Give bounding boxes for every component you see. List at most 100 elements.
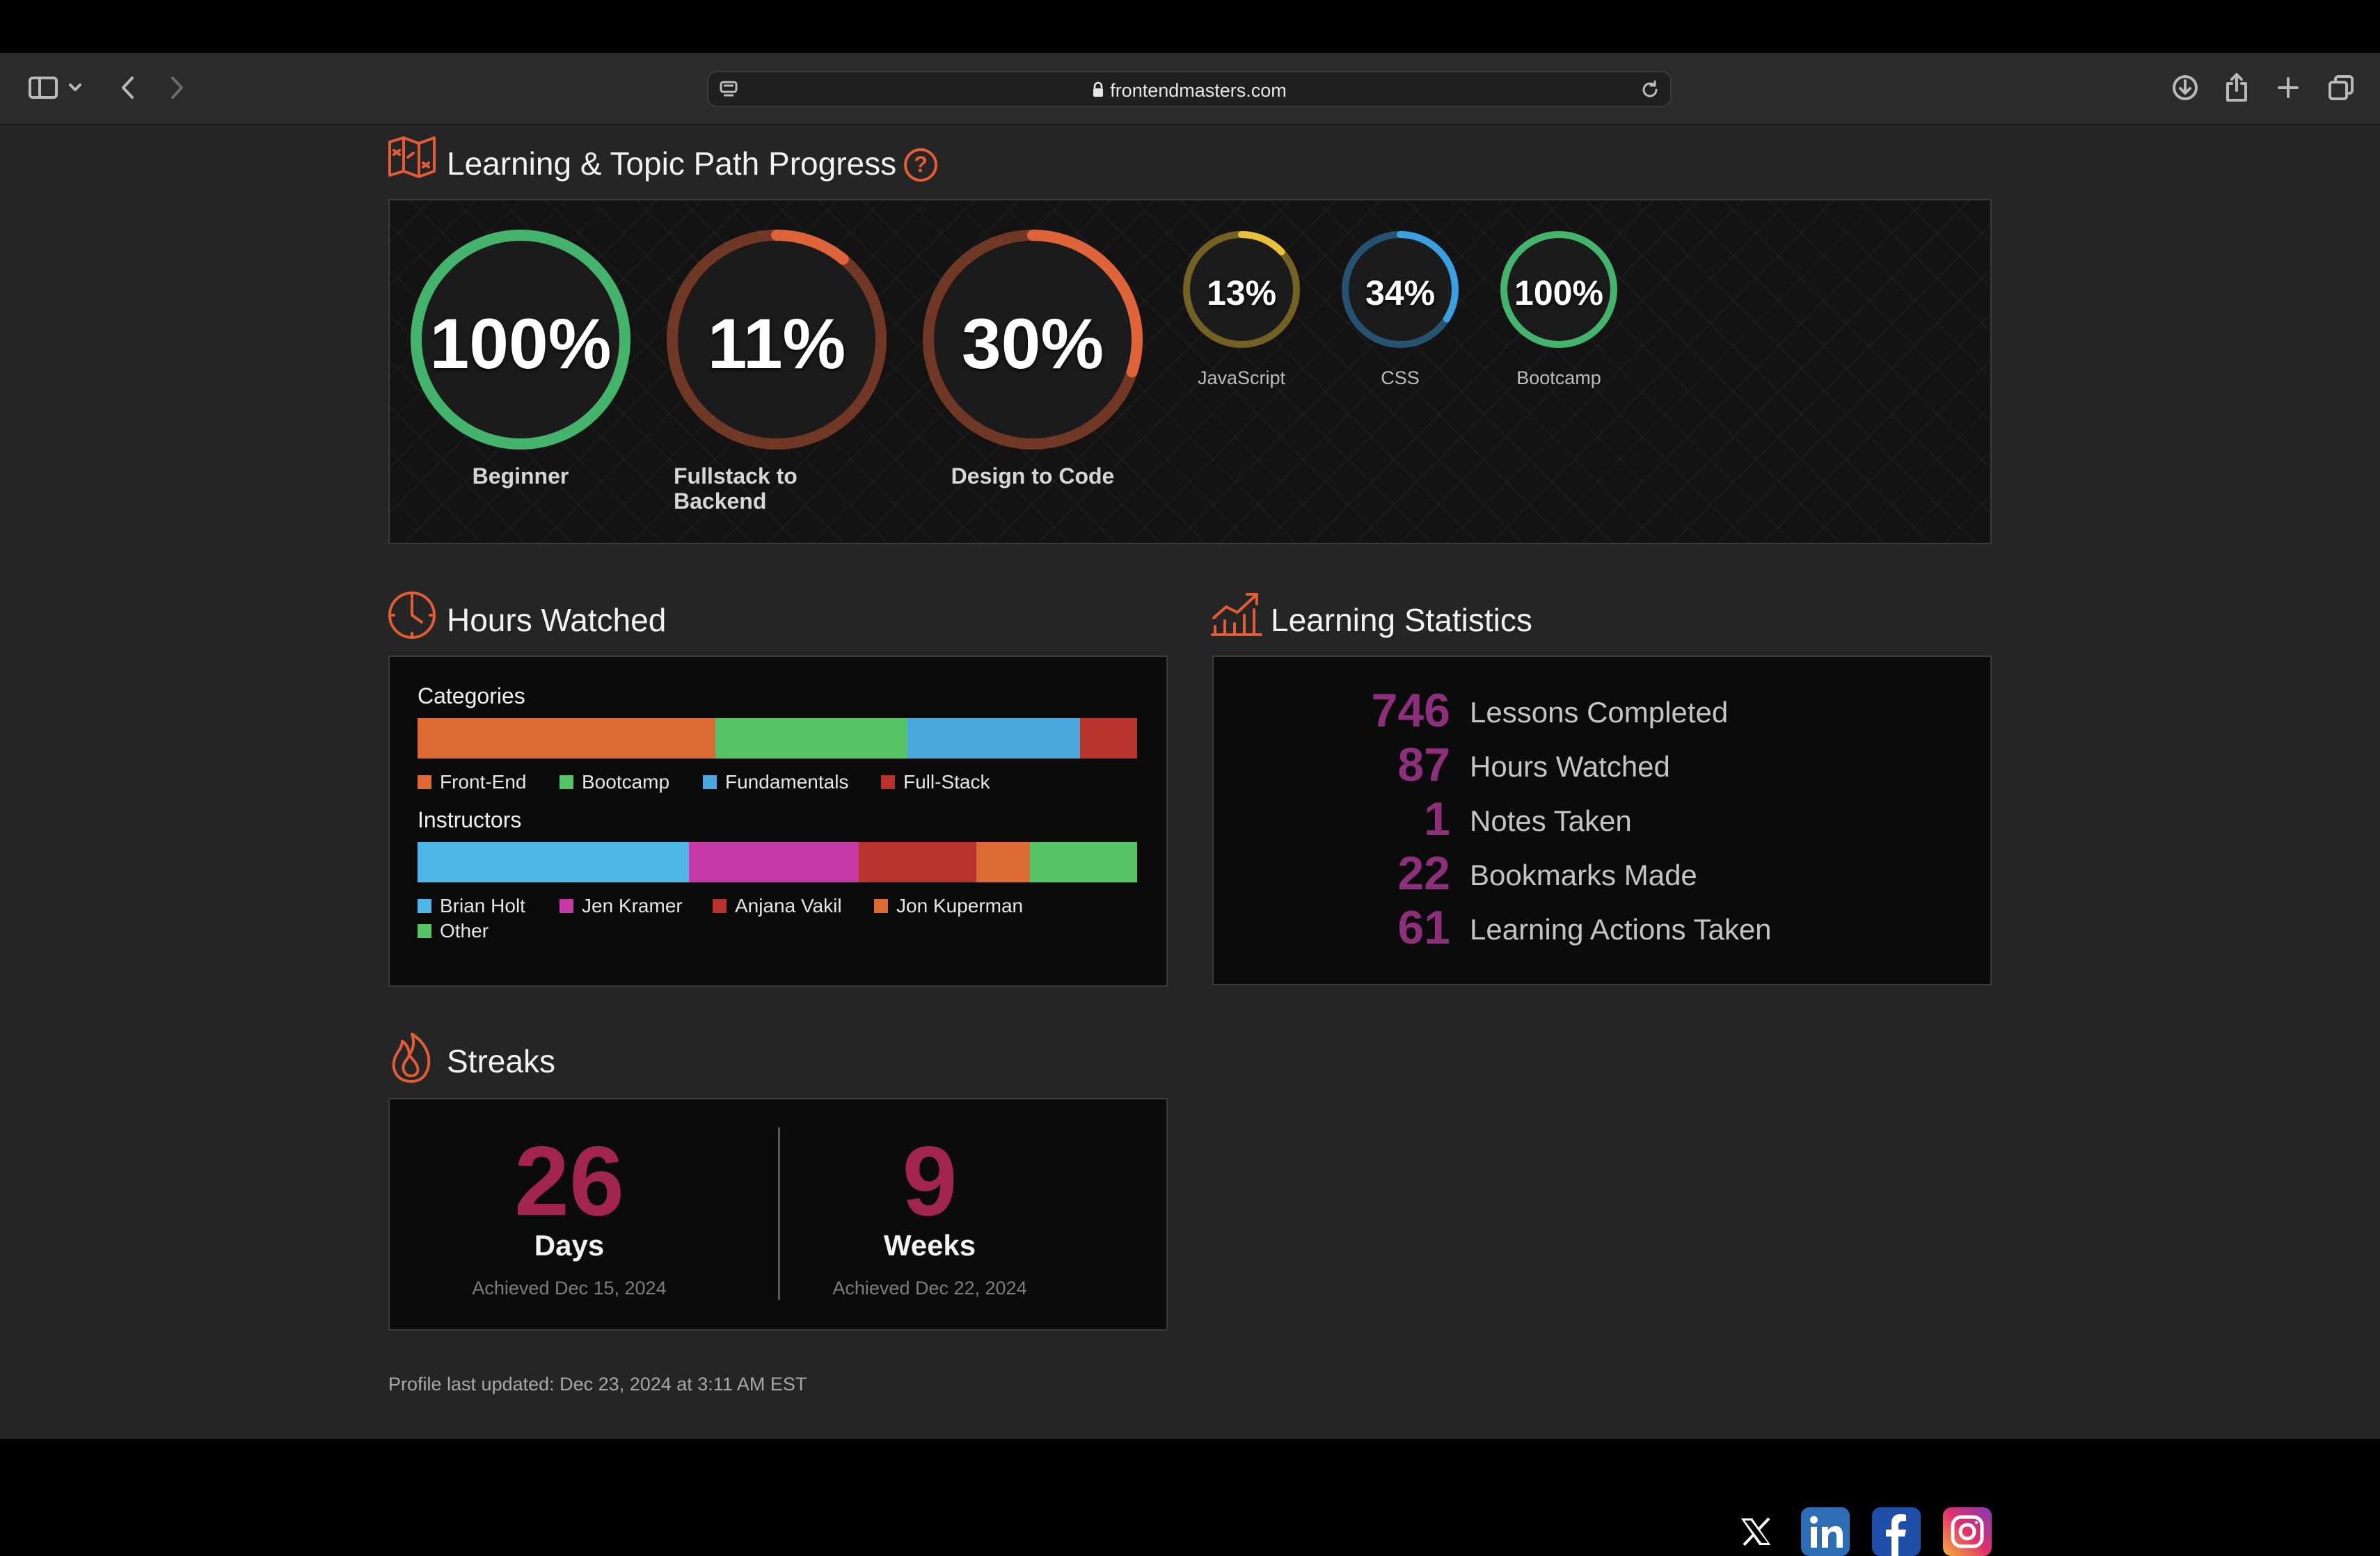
path-percent: 11%	[707, 304, 846, 383]
map-icon	[387, 135, 437, 182]
instructors-bar	[418, 842, 1137, 882]
legend-swatch	[874, 899, 888, 913]
site-footer	[0, 1439, 2380, 1541]
legend-label: Anjana Vakil	[735, 895, 842, 916]
stat-lessons-completed-number: 746	[1371, 684, 1450, 737]
legend-label: Other	[440, 920, 489, 942]
streak-weeks-achieved: Achieved Dec 22, 2024	[832, 1278, 1027, 1299]
profile-last-updated: Profile last updated: Dec 23, 2024 at 3:…	[388, 1374, 807, 1395]
learning-statistics-title: Learning Statistics	[1271, 602, 1532, 638]
legend-item: Jen Kramer	[560, 895, 683, 917]
legend-item: Fundamentals	[703, 771, 848, 793]
path-label[interactable]: Design to Code	[921, 463, 1144, 489]
share-icon[interactable]	[2217, 68, 2256, 107]
bar-segment	[418, 842, 689, 882]
stat-hours-watched-number: 87	[1397, 738, 1450, 791]
help-icon[interactable]: ?	[903, 148, 938, 186]
topic-label[interactable]: CSS	[1317, 367, 1484, 389]
hours-watched-panel: Categories Front-End Bootcamp Fundamentals…	[388, 656, 1168, 987]
legend-item: Bootcamp	[560, 771, 669, 793]
bar-segment	[688, 842, 859, 882]
back-icon[interactable]	[109, 68, 148, 107]
profile-page: Learning & Topic Path Progress ? 100% Be…	[0, 125, 2380, 1439]
streaks-title: Streaks	[447, 1043, 555, 1079]
instagram-icon[interactable]	[1943, 1507, 1992, 1556]
stat-learning-actions-label: Learning Actions Taken	[1470, 913, 1772, 946]
path-ring-design-to-code[interactable]: 30%	[921, 228, 1144, 451]
download-icon[interactable]	[2166, 68, 2205, 107]
legend-label: Bootcamp	[582, 771, 670, 793]
legend-swatch	[418, 924, 431, 938]
linkedin-icon[interactable]	[1801, 1507, 1850, 1556]
url-text: frontendmasters.com	[1110, 80, 1287, 101]
path-label[interactable]: Fullstack to Backend	[674, 463, 820, 514]
legend-item: Jon Kuperman	[874, 895, 1023, 917]
categories-bar	[418, 718, 1137, 759]
categories-heading: Categories	[418, 683, 525, 708]
legend-label: Fundamentals	[725, 771, 849, 793]
streak-weeks-unit: Weeks	[883, 1229, 976, 1262]
legend-label: Brian Holt	[440, 895, 525, 916]
legend-item: Anjana Vakil	[713, 895, 842, 917]
hours-watched-title: Hours Watched	[447, 602, 667, 638]
legend-item: Full-Stack	[881, 771, 990, 793]
chevron-down-icon[interactable]	[61, 68, 89, 107]
stat-notes-taken-label: Notes Taken	[1470, 804, 1632, 837]
tab-overview-icon[interactable]	[2322, 68, 2361, 107]
legend-item: Front-End	[418, 771, 527, 793]
topic-percent: 13%	[1206, 273, 1277, 312]
topic-ring-css[interactable]: 34%	[1340, 230, 1460, 349]
bar-segment	[418, 718, 716, 759]
path-label[interactable]: Beginner	[409, 463, 632, 489]
bar-segment	[858, 842, 977, 882]
topic-label[interactable]: JavaScript	[1158, 367, 1325, 389]
reload-icon[interactable]	[1640, 79, 1660, 104]
stat-notes-taken-number: 1	[1424, 793, 1450, 846]
x-icon[interactable]	[1731, 1507, 1780, 1556]
path-percent: 30%	[961, 304, 1104, 383]
streak-days-number: 26	[514, 1126, 624, 1237]
path-ring-beginner[interactable]: 100%	[409, 228, 632, 451]
legend-swatch	[881, 775, 895, 789]
topic-label[interactable]: Bootcamp	[1475, 367, 1642, 389]
bar-segment	[976, 842, 1030, 882]
topic-percent: 100%	[1514, 273, 1603, 312]
path-ring-fullstack[interactable]: 11%	[665, 228, 888, 451]
new-tab-icon[interactable]	[2269, 68, 2308, 107]
address-bar[interactable]: frontendmasters.com	[707, 71, 1672, 107]
bar-segment	[907, 718, 1081, 759]
path-percent: 100%	[429, 304, 612, 383]
growth-chart-icon	[1211, 590, 1262, 641]
streaks-panel: 26 Days Achieved Dec 15, 2024 9 Weeks Ac…	[388, 1098, 1168, 1331]
bar-segment	[1029, 842, 1137, 882]
learning-statistics-panel: 746 Lessons Completed 87 Hours Watched 1…	[1212, 656, 1992, 985]
stat-lessons-completed-label: Lessons Completed	[1470, 696, 1729, 729]
legend-swatch	[560, 899, 573, 913]
facebook-icon[interactable]	[1872, 1507, 1921, 1556]
topic-ring-bootcamp[interactable]: 100%	[1499, 230, 1619, 349]
streak-weeks-number: 9	[902, 1126, 958, 1237]
legend-label: Full-Stack	[903, 771, 990, 793]
legend-label: Front-End	[440, 771, 527, 793]
learning-paths-title: Learning & Topic Path Progress	[447, 145, 897, 182]
legend-label: Jen Kramer	[582, 895, 683, 916]
stat-bookmarks-label: Bookmarks Made	[1470, 859, 1697, 891]
topic-ring-javascript[interactable]: 13%	[1182, 230, 1301, 349]
legend-item: Brian Holt	[418, 895, 525, 917]
topic-percent: 34%	[1365, 273, 1436, 312]
legend-swatch	[713, 899, 727, 913]
clock-icon	[387, 590, 437, 644]
legend-label: Jon Kuperman	[896, 895, 1024, 916]
instructors-heading: Instructors	[418, 807, 522, 832]
bar-segment	[715, 718, 908, 759]
sidebar-toggle-icon[interactable]	[24, 68, 63, 107]
stat-hours-watched-label: Hours Watched	[1470, 750, 1670, 783]
legend-item: Other	[418, 920, 489, 942]
legend-swatch	[560, 775, 573, 789]
stat-bookmarks-number: 22	[1397, 847, 1450, 900]
streak-days-achieved: Achieved Dec 15, 2024	[472, 1278, 667, 1299]
forward-icon[interactable]	[157, 68, 196, 107]
stat-learning-actions-number: 61	[1397, 901, 1450, 954]
legend-swatch	[418, 775, 431, 789]
bar-segment	[1080, 718, 1137, 759]
